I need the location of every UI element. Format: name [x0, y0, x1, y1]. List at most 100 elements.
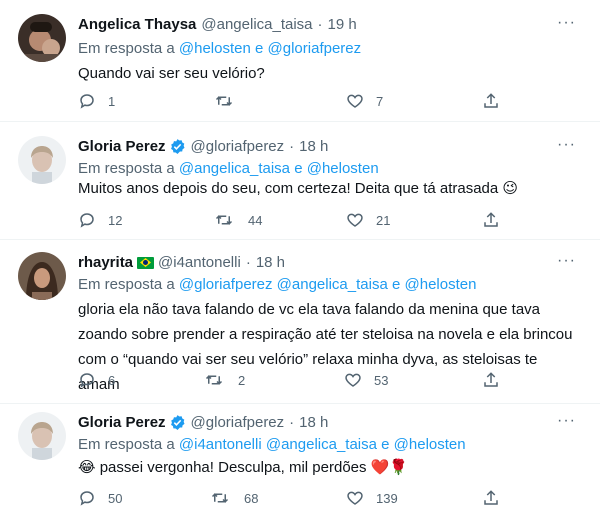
avatar[interactable] [18, 412, 66, 460]
heart-icon [345, 373, 361, 387]
like-button[interactable]: 53 [344, 371, 388, 389]
mention-link[interactable]: @helosten [179, 40, 251, 57]
mention-link[interactable]: @i4antonelli [179, 436, 262, 453]
share-icon [484, 212, 498, 227]
separator-dot: · [245, 254, 251, 271]
separator-dot: · [289, 414, 295, 431]
retweet-icon [215, 96, 233, 106]
retweet-icon [211, 493, 229, 503]
share-button[interactable] [482, 211, 512, 229]
share-icon [484, 372, 498, 387]
reply-prefix: Em resposta a [78, 40, 175, 57]
timestamp[interactable]: 18 h [299, 414, 328, 431]
reply-button[interactable]: 12 [78, 211, 122, 229]
reply-icon [80, 373, 94, 388]
tweet-gloria-2[interactable]: Gloria Perez @gloriafperez · 18 h ··· Em… [0, 404, 600, 520]
retweet-button[interactable]: 44 [214, 211, 262, 229]
author-handle[interactable]: @gloriafperez [191, 138, 285, 155]
avatar[interactable] [18, 252, 66, 300]
reply-context: Em resposta a @helosten e @gloriafperez [78, 40, 361, 57]
more-icon[interactable]: ··· [557, 14, 576, 32]
reply-prefix: Em resposta a [78, 160, 175, 177]
tweet-angelica[interactable]: Angelica Thaysa @angelica_taisa · 19 h ·… [0, 0, 600, 122]
like-count: 53 [374, 372, 389, 388]
retweet-count: 44 [248, 212, 263, 228]
author-name[interactable]: rhayrita [78, 254, 133, 271]
reply-count: 50 [108, 490, 123, 506]
timestamp[interactable]: 19 h [328, 16, 357, 33]
reply-button[interactable]: 1 [78, 92, 115, 110]
tweet-actions: 6 2 53 [78, 371, 518, 391]
author-name[interactable]: Gloria Perez [78, 138, 166, 155]
brazil-flag-icon [137, 256, 155, 269]
reply-joiner: e [294, 160, 303, 177]
tweet-text: Muitos anos depois do seu, com certeza! … [78, 180, 519, 197]
timestamp[interactable]: 18 h [299, 138, 328, 155]
reply-button[interactable]: 6 [78, 371, 115, 389]
author-handle[interactable]: @i4antonelli [158, 254, 241, 271]
verified-badge-icon [170, 139, 185, 154]
retweet-button[interactable]: 68 [210, 489, 258, 507]
tweet-gloria-1[interactable]: Gloria Perez @gloriafperez · 18 h ··· Em… [0, 122, 600, 240]
mention-link[interactable]: @helosten [405, 276, 477, 293]
reply-joiner: e [255, 40, 264, 57]
like-button[interactable]: 139 [346, 489, 398, 507]
retweet-button[interactable]: 2 [204, 371, 245, 389]
retweet-count: 2 [238, 372, 246, 388]
reply-context: Em resposta a @angelica_taisa e @heloste… [78, 160, 379, 177]
reply-joiner: e [381, 436, 390, 453]
like-button[interactable]: 7 [346, 92, 383, 110]
retweet-count: 68 [244, 490, 259, 506]
tweet-actions: 12 44 21 [78, 211, 518, 231]
mention-link[interactable]: @gloriafperez [179, 276, 273, 293]
tweet-actions: 50 68 139 [78, 489, 518, 509]
mention-link[interactable]: @angelica_taisa [179, 160, 290, 177]
more-icon[interactable]: ··· [557, 412, 576, 430]
share-icon [484, 93, 498, 108]
reply-prefix: Em resposta a [78, 276, 175, 293]
like-count: 21 [376, 212, 391, 228]
author-name[interactable]: Gloria Perez [78, 414, 166, 431]
tweet-thread: Angelica Thaysa @angelica_taisa · 19 h ·… [0, 0, 600, 520]
reply-button[interactable]: 50 [78, 489, 122, 507]
reply-icon [80, 213, 94, 228]
like-count: 7 [376, 93, 384, 109]
author-handle[interactable]: @angelica_taisa [201, 16, 312, 33]
mention-link[interactable]: @angelica_taisa [277, 276, 388, 293]
more-icon[interactable]: ··· [557, 252, 576, 270]
author-handle[interactable]: @gloriafperez [191, 414, 285, 431]
author-name[interactable]: Angelica Thaysa [78, 16, 196, 33]
tweet-text: Quando vai ser seu velório? [78, 65, 265, 82]
share-button[interactable] [482, 489, 512, 507]
tweet-rhayrita[interactable]: rhayrita @i4antonelli · 18 h ··· Em resp… [0, 240, 600, 404]
reply-context: Em resposta a @gloriafperez @angelica_ta… [78, 276, 476, 293]
tweet-actions: 1 7 [78, 92, 518, 112]
avatar[interactable] [18, 136, 66, 184]
retweet-icon [215, 215, 233, 225]
share-icon [484, 490, 498, 505]
timestamp[interactable]: 18 h [256, 254, 285, 271]
heart-icon [347, 491, 363, 505]
avatar[interactable] [18, 14, 66, 62]
reply-context: Em resposta a @i4antonelli @angelica_tai… [78, 436, 466, 453]
mention-link[interactable]: @helosten [307, 160, 379, 177]
share-button[interactable] [482, 371, 512, 389]
retweet-icon [205, 375, 223, 385]
separator-dot: · [289, 138, 295, 155]
reply-count: 1 [108, 93, 116, 109]
retweet-button[interactable] [214, 92, 248, 110]
mention-link[interactable]: @helosten [394, 436, 466, 453]
reply-count: 12 [108, 212, 123, 228]
reply-icon [80, 491, 94, 506]
mention-link[interactable]: @gloriafperez [268, 40, 362, 57]
heart-icon [347, 213, 363, 227]
heart-icon [347, 94, 363, 108]
share-button[interactable] [482, 92, 512, 110]
separator-dot: · [317, 16, 323, 33]
like-count: 139 [376, 490, 398, 506]
like-button[interactable]: 21 [346, 211, 390, 229]
mention-link[interactable]: @angelica_taisa [266, 436, 377, 453]
reply-count: 6 [108, 372, 116, 388]
reply-joiner: e [391, 276, 401, 293]
more-icon[interactable]: ··· [557, 136, 576, 154]
